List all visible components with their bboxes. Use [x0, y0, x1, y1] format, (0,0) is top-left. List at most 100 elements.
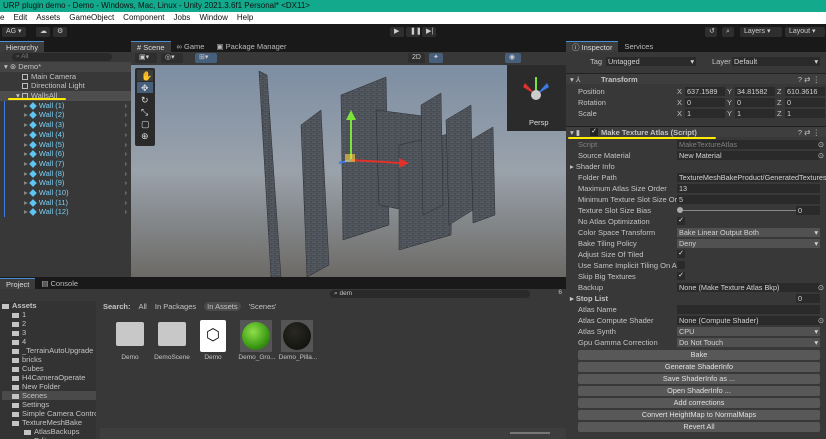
folder-item[interactable]: Scenes	[2, 391, 96, 400]
field-value[interactable]: Bake Linear Output Both	[677, 228, 820, 237]
folder-item[interactable]: bricks	[2, 355, 96, 364]
asset-label[interactable]: Demo_Gro...	[237, 354, 277, 361]
field-value[interactable]: CPU	[677, 327, 820, 336]
step-button[interactable]: ▶|	[422, 27, 436, 37]
hierarchy-item-wall[interactable]: ▸ Wall (9) ›	[0, 178, 131, 188]
green-material-icon[interactable]	[242, 322, 270, 350]
filter-scenes[interactable]: 'Scenes'	[249, 302, 277, 311]
folder-icon[interactable]	[158, 322, 186, 346]
toggle-2d[interactable]: 2D	[408, 53, 425, 63]
action-button[interactable]: Save ShaderInfo as ...	[578, 374, 820, 384]
asset-label[interactable]: Demo	[195, 354, 231, 361]
tab-package-manager[interactable]: ▣ Package Manager	[210, 41, 292, 52]
transform-header[interactable]: ▾ ⅄ Transform ? ⇄ ⋮	[566, 73, 826, 84]
hierarchy-item[interactable]: Main Camera	[0, 72, 131, 82]
filter-in-assets[interactable]: In Assets	[204, 302, 241, 311]
field-checkbox[interactable]: ✓	[677, 250, 685, 258]
pause-button[interactable]: ❚❚	[406, 27, 422, 37]
menu-item[interactable]: Edit	[13, 12, 27, 24]
menu-item[interactable]: Help	[237, 12, 253, 24]
field-value[interactable]: MakeTextureAtlas	[677, 140, 820, 149]
folder-item[interactable]: Cubes	[2, 364, 96, 373]
grid-dropdown[interactable]: ⊞▾	[195, 53, 217, 63]
folder-item[interactable]: 4	[2, 337, 96, 346]
layout-dropdown[interactable]: Layout ▾	[785, 27, 825, 37]
action-button[interactable]: Revert All	[578, 422, 820, 432]
folder-item[interactable]: Settings	[2, 400, 96, 409]
field-value[interactable]: New Material	[677, 151, 820, 160]
tab-inspector[interactable]: ⓘ Inspector	[566, 41, 619, 52]
tab-console[interactable]: ▤ Console	[35, 278, 84, 289]
position-y-field[interactable]: 34.81582	[735, 87, 775, 96]
folder-item[interactable]: 2	[2, 319, 96, 328]
hierarchy-search[interactable]: ⌕ All	[12, 53, 112, 61]
pivot-dropdown[interactable]: ◎▾	[161, 53, 183, 63]
field-value[interactable]	[677, 305, 820, 314]
action-button[interactable]: Add corrections	[578, 398, 820, 408]
asset-label[interactable]: DemoScene	[154, 354, 190, 361]
rotation-z-field[interactable]: 0	[785, 98, 825, 107]
unity-scene-icon[interactable]: ⬡	[200, 320, 226, 352]
menu-item[interactable]: Window	[199, 12, 227, 24]
action-button[interactable]: Generate ShaderInfo	[578, 362, 820, 372]
folder-item[interactable]: 3	[2, 328, 96, 337]
dark-material-icon[interactable]	[283, 322, 311, 350]
action-button[interactable]: Open ShaderInfo ...	[578, 386, 820, 396]
hierarchy-item-wall[interactable]: ▸ Wall (8) ›	[0, 168, 131, 179]
field-value[interactable]: None (Make Texture Atlas Bkp)	[677, 283, 820, 292]
field-value[interactable]: None (Compute Shader)	[677, 316, 820, 325]
action-button[interactable]: Bake	[578, 350, 820, 360]
folder-item[interactable]: _TerrainAutoUpgrade	[2, 346, 96, 355]
folder-item[interactable]: H4CameraOperate	[2, 373, 96, 382]
folder-item[interactable]: Assets	[2, 301, 96, 310]
asset-label[interactable]: Demo	[112, 354, 148, 361]
icon-size-slider[interactable]	[510, 432, 550, 434]
scene-root[interactable]: ▾ ⊛ Demo*	[0, 62, 131, 72]
field-value[interactable]: 0	[796, 206, 820, 215]
scene-viewport[interactable]: ✋ ✥ ↻ ⤡ ▢ ⊕ Persp	[131, 65, 566, 277]
field-checkbox[interactable]: ✓	[677, 217, 685, 225]
menu-item[interactable]: Jobs	[174, 12, 191, 24]
hierarchy-item-selected[interactable]: ▾ WallsAll	[0, 91, 131, 101]
field-value[interactable]: 5	[677, 195, 820, 204]
cloud-icon[interactable]: ☁	[36, 27, 50, 37]
hierarchy-item-wall[interactable]: ▸ Wall (10) ›	[0, 187, 131, 198]
account-dropdown[interactable]: AG ▾	[2, 27, 26, 37]
hierarchy-item-wall[interactable]: ▸ Wall (1) ›	[0, 100, 131, 111]
history-icon[interactable]: ↺	[705, 27, 717, 37]
position-x-field[interactable]: 637.1589	[685, 87, 725, 96]
tab-game[interactable]: ∞ Game	[171, 41, 211, 52]
action-button[interactable]: Convert HeightMap to NormalMaps	[578, 410, 820, 420]
project-search-input[interactable]: ⌕ dem	[330, 290, 530, 298]
object-picker-icon[interactable]: ⊙	[818, 282, 824, 293]
layers-dropdown[interactable]: Layers ▾	[740, 27, 782, 37]
folder-item[interactable]: New Folder	[2, 382, 96, 391]
folder-item[interactable]: Simple Camera Controller	[2, 409, 96, 418]
visibility-toggle[interactable]: ◉	[505, 53, 521, 63]
hierarchy-item[interactable]: Directional Light	[0, 81, 131, 91]
field-value[interactable]: 13	[677, 184, 820, 193]
lighting-toggle[interactable]: ✦	[429, 53, 443, 63]
collab-icon[interactable]: ⚙	[53, 27, 67, 37]
filter-all[interactable]: All	[139, 302, 147, 311]
scale-x-field[interactable]: 1	[685, 109, 725, 118]
tab-services[interactable]: Services	[618, 41, 659, 52]
play-button[interactable]: ▶	[390, 27, 404, 37]
component-enabled-checkbox[interactable]: ✓	[590, 128, 598, 136]
tag-dropdown[interactable]: Untagged	[606, 57, 696, 66]
hierarchy-item-wall[interactable]: ▸ Wall (6) ›	[0, 149, 131, 159]
bias-slider[interactable]	[677, 207, 796, 213]
hierarchy-item-wall[interactable]: ▸ Wall (5) ›	[0, 139, 131, 150]
scale-y-field[interactable]: 1	[735, 109, 775, 118]
component-header[interactable]: ▾ ▮ ✓ Make Texture Atlas (Script) ? ⇄ ⋮	[566, 126, 826, 139]
menu-item[interactable]: GameObject	[69, 12, 114, 24]
hierarchy-item-wall[interactable]: ▸ Wall (7) ›	[0, 158, 131, 169]
list-size-field[interactable]: 0	[796, 294, 820, 303]
hierarchy-item-wall[interactable]: ▸ Wall (3) ›	[0, 120, 131, 130]
field-checkbox[interactable]: ✓	[677, 272, 685, 280]
scale-z-field[interactable]: 1	[785, 109, 825, 118]
filter-in-packages[interactable]: In Packages	[155, 302, 196, 311]
hierarchy-item-wall[interactable]: ▸ Wall (4) ›	[0, 129, 131, 140]
field-value[interactable]: TextureMeshBakeProduct/GeneratedTextures	[677, 173, 826, 182]
search-icon[interactable]: ⌕	[722, 27, 734, 37]
